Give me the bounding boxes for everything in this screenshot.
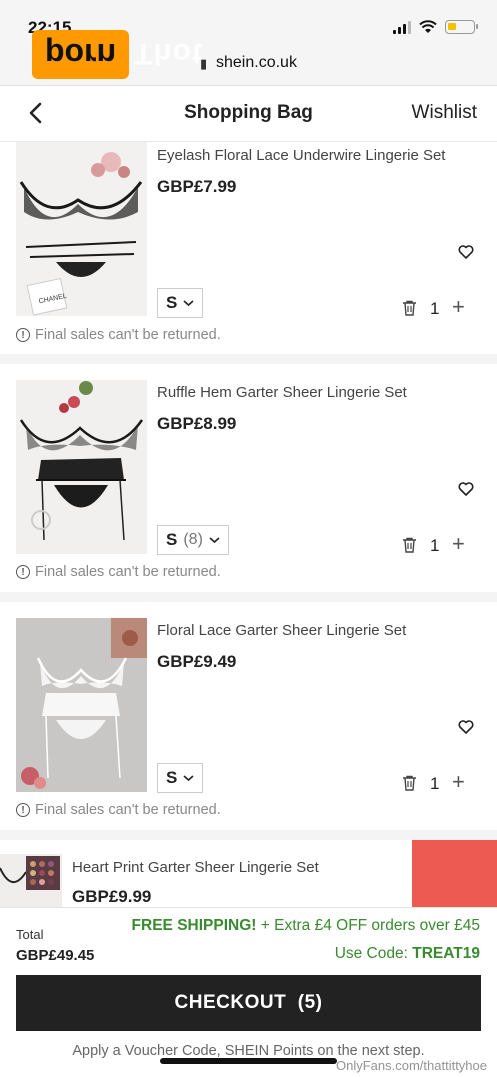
trash-icon[interactable] (402, 537, 417, 553)
lingerie-image-icon (0, 856, 60, 890)
quantity-value: 1 (430, 774, 440, 793)
battery-icon (445, 20, 478, 34)
product-name[interactable]: Eyelash Floral Lace Underwire Lingerie S… (157, 147, 445, 164)
total-amount: GBP£49.45 (16, 947, 95, 964)
product-image[interactable] (16, 380, 147, 554)
trash-icon[interactable] (402, 300, 417, 316)
product-price: GBP£9.49 (157, 652, 237, 671)
chevron-down-icon (183, 300, 194, 307)
shipping-promo: FREE SHIPPING! + Extra £4 OFF orders ove… (132, 917, 480, 935)
product-price: GBP£9.99 (72, 887, 152, 906)
cart-item: CHANEL Eyelash Floral Lace Underwire Lin… (0, 142, 497, 354)
promo-code-label: Use Code: (334, 945, 413, 962)
final-sale-text: Final sales can't be returned. (35, 564, 221, 580)
heart-icon[interactable] (458, 244, 474, 260)
heart-icon[interactable] (458, 481, 474, 497)
wifi-icon (419, 20, 437, 33)
status-icons (393, 20, 478, 34)
wishlist-link[interactable]: Wishlist (412, 102, 477, 124)
credit-watermark: OnlyFans.com/thattittyhoe (335, 1058, 487, 1073)
chevron-down-icon (183, 775, 194, 782)
info-icon: ! (16, 328, 30, 342)
url-text: shein.co.uk (216, 54, 297, 71)
delete-swipe-action[interactable] (412, 840, 497, 908)
cart-item: Floral Lace Garter Sheer Lingerie Set GB… (0, 602, 497, 830)
promo-code: Use Code: TREAT19 (335, 945, 480, 963)
size-selector[interactable]: S (157, 763, 204, 793)
final-sale-text: Final sales can't be returned. (35, 327, 221, 343)
size-value: S (166, 768, 178, 787)
product-image[interactable] (16, 618, 147, 792)
signal-icon (393, 20, 411, 34)
increase-quantity-button[interactable]: + (452, 296, 465, 318)
home-indicator[interactable] (160, 1058, 337, 1064)
checkout-footer: Total GBP£49.45 FREE SHIPPING! + Extra £… (0, 907, 497, 1077)
checkout-button[interactable]: CHECKOUT (5) (16, 975, 481, 1031)
size-stock: (8) (183, 531, 203, 548)
voucher-hint: Apply a Voucher Code, SHEIN Points on th… (72, 1043, 425, 1059)
total-label: Total (16, 927, 44, 942)
increase-quantity-button[interactable]: + (452, 771, 465, 793)
product-name[interactable]: Heart Print Garter Sheer Lingerie Set (72, 859, 319, 876)
size-selector[interactable]: S (8) (157, 525, 229, 555)
nav-bar: Shopping Bag Wishlist (0, 86, 497, 142)
divider (0, 354, 497, 364)
divider (0, 592, 497, 602)
chevron-down-icon (209, 537, 220, 544)
size-value: S (166, 530, 178, 549)
final-sale-note: ! Final sales can't be returned. (16, 327, 221, 343)
lingerie-image-icon (19, 381, 144, 541)
size-selector[interactable]: S (157, 288, 204, 318)
divider (0, 830, 497, 840)
product-price: GBP£7.99 (157, 177, 237, 196)
product-name[interactable]: Ruffle Hem Garter Sheer Lingerie Set (157, 384, 407, 401)
product-image[interactable]: CHANEL (16, 142, 147, 316)
promo-code-value: TREAT19 (412, 945, 480, 962)
quantity-value: 1 (430, 299, 440, 318)
lingerie-image-icon: CHANEL (19, 152, 143, 316)
final-sale-text: Final sales can't be returned. (35, 802, 221, 818)
cart-item: Ruffle Hem Garter Sheer Lingerie Set GBP… (0, 364, 497, 592)
heart-icon[interactable] (458, 719, 474, 735)
watermark-text: Thot (134, 37, 203, 70)
increase-quantity-button[interactable]: + (452, 533, 465, 555)
trash-icon[interactable] (402, 775, 417, 791)
info-icon: ! (16, 565, 30, 579)
info-icon: ! (16, 803, 30, 817)
final-sale-note: ! Final sales can't be returned. (16, 802, 221, 818)
final-sale-note: ! Final sales can't be returned. (16, 564, 221, 580)
product-image[interactable] (0, 854, 62, 908)
lingerie-image-icon (21, 618, 147, 789)
watermark-logo: porn (32, 30, 129, 79)
promo-text: + Extra £4 OFF orders over £45 (256, 917, 480, 934)
product-name[interactable]: Floral Lace Garter Sheer Lingerie Set (157, 622, 406, 639)
product-price: GBP£8.99 (157, 414, 237, 433)
promo-highlight: FREE SHIPPING! (131, 917, 257, 934)
quantity-value: 1 (430, 536, 440, 555)
size-value: S (166, 293, 178, 312)
